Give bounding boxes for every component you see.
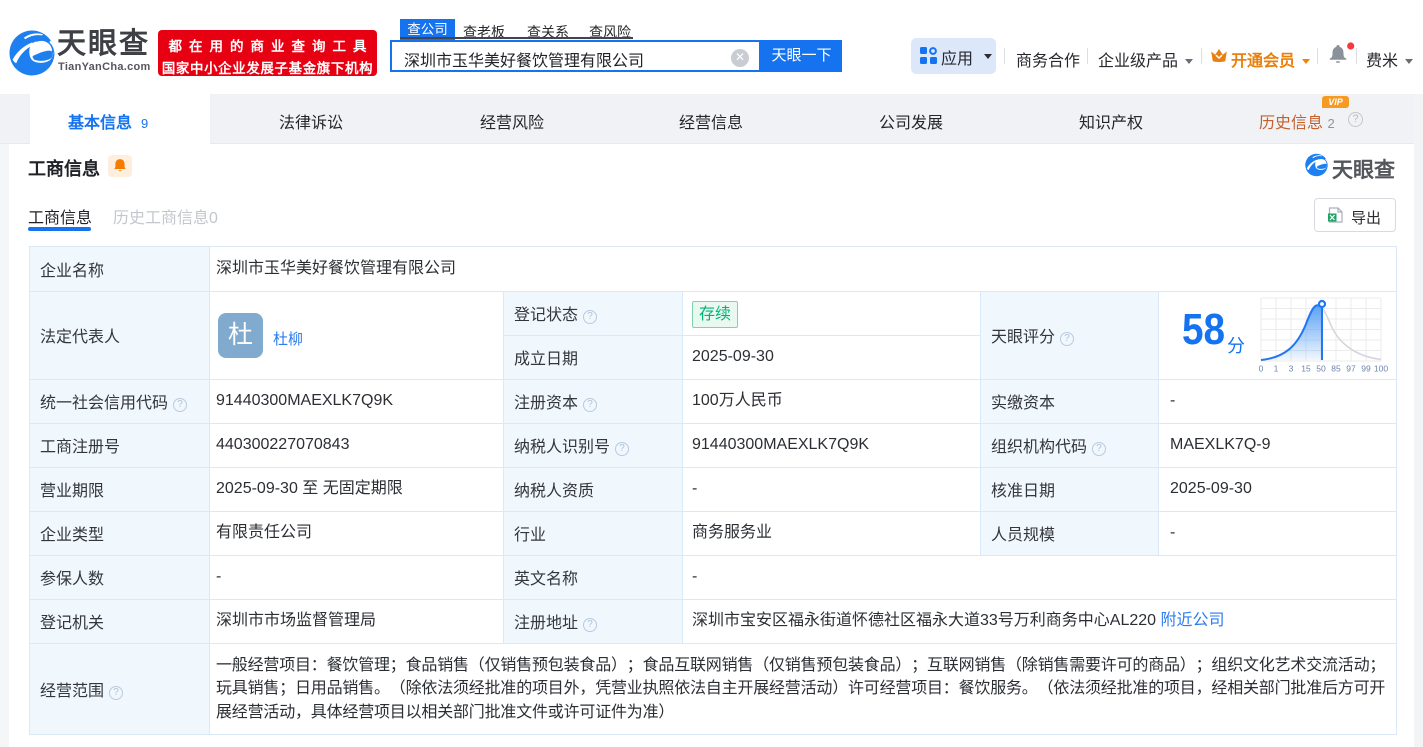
svg-text:97: 97 (1346, 364, 1356, 374)
svg-text:0: 0 (1259, 364, 1264, 374)
svg-text:1: 1 (1274, 364, 1279, 374)
svg-text:15: 15 (1301, 364, 1311, 374)
svg-text:99: 99 (1361, 364, 1371, 374)
svg-text:50: 50 (1316, 364, 1326, 374)
svg-text:100: 100 (1374, 364, 1388, 374)
svg-text:3: 3 (1289, 364, 1294, 374)
svg-text:85: 85 (1331, 364, 1341, 374)
